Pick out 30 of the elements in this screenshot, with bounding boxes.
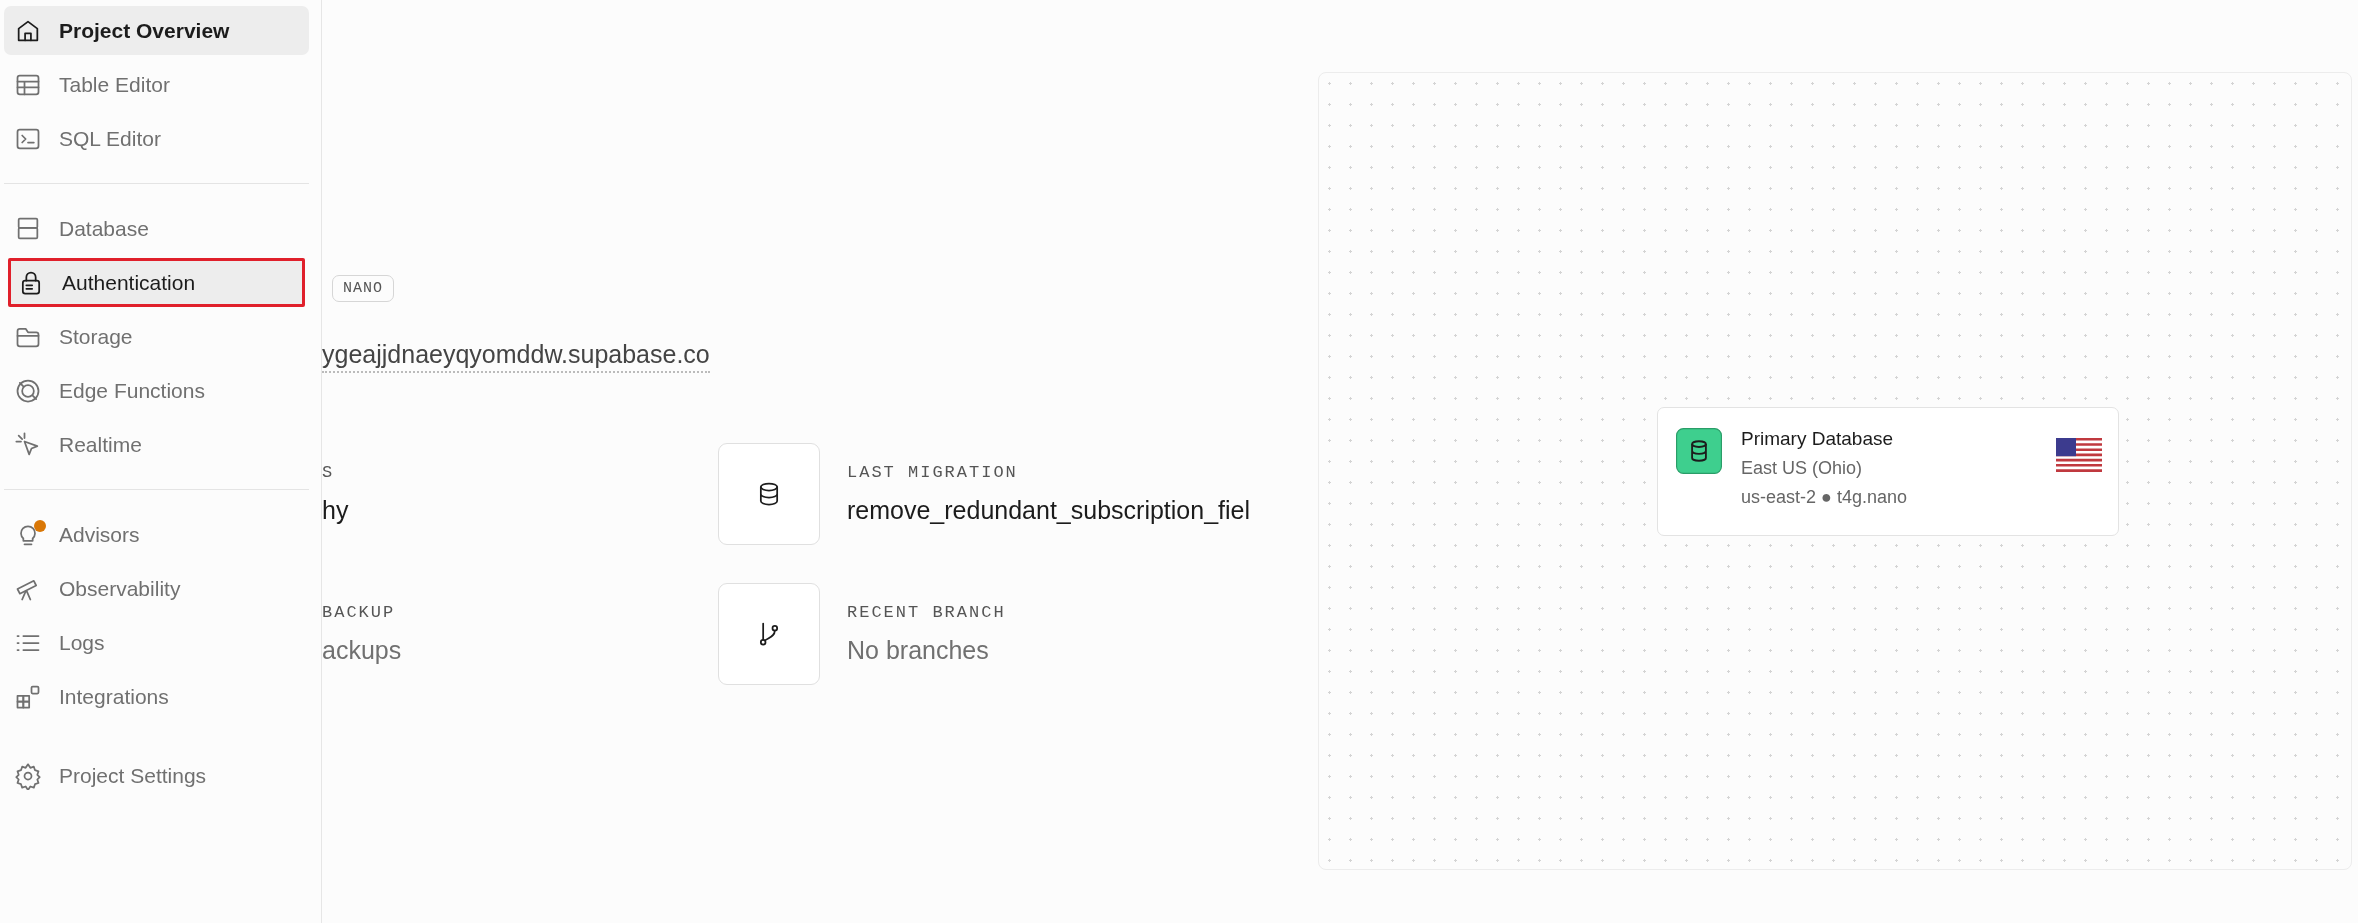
gear-icon — [14, 761, 42, 790]
database-card[interactable]: Primary Database East US (Ohio) us-east-2 ● t4g.nano — [1657, 407, 2119, 536]
sidebar-item[interactable]: Database — [4, 204, 309, 253]
sidebar-item[interactable]: Authentication — [8, 258, 305, 307]
database-title: Primary Database — [1741, 428, 1895, 450]
sidebar-item[interactable]: Observability — [4, 564, 309, 613]
stat-label: S — [322, 463, 336, 482]
sidebar-item[interactable]: Storage — [4, 312, 309, 361]
database-details: us-east-2 ● t4g.nano — [1741, 487, 1908, 508]
sidebar-item[interactable]: Project Settings — [4, 751, 309, 800]
sidebar-item[interactable]: SQL Editor — [4, 114, 309, 163]
stat-value: remove_redundant_subscription_fiel — [847, 496, 1251, 525]
stat-value: No branches — [847, 636, 990, 665]
stat-value: hy — [322, 496, 349, 525]
sidebar-item[interactable]: Table Editor — [4, 60, 309, 109]
sidebar-item[interactable]: Project Overview — [4, 6, 309, 55]
stat-label: BACKUP — [322, 603, 397, 622]
sidebar-item[interactable]: Advisors — [4, 510, 309, 559]
project-url[interactable]: ygeajjdnaeyqyomddw.supabase.co — [322, 340, 710, 373]
plan-badge: NANO — [332, 275, 394, 302]
stat-value: ackups — [322, 636, 402, 665]
flag-icon — [2056, 438, 2102, 472]
sidebar-item[interactable]: Logs — [4, 618, 309, 667]
stat-label: LAST MIGRATION — [847, 463, 1019, 482]
sidebar-item[interactable]: Integrations — [4, 672, 309, 721]
database-icon — [1676, 428, 1722, 474]
database-region: East US (Ohio) — [1741, 458, 1864, 479]
stat-label: RECENT BRANCH — [847, 603, 1006, 622]
sidebar-item[interactable]: Realtime — [4, 420, 309, 469]
sidebar-item[interactable]: Edge Functions — [4, 366, 309, 415]
